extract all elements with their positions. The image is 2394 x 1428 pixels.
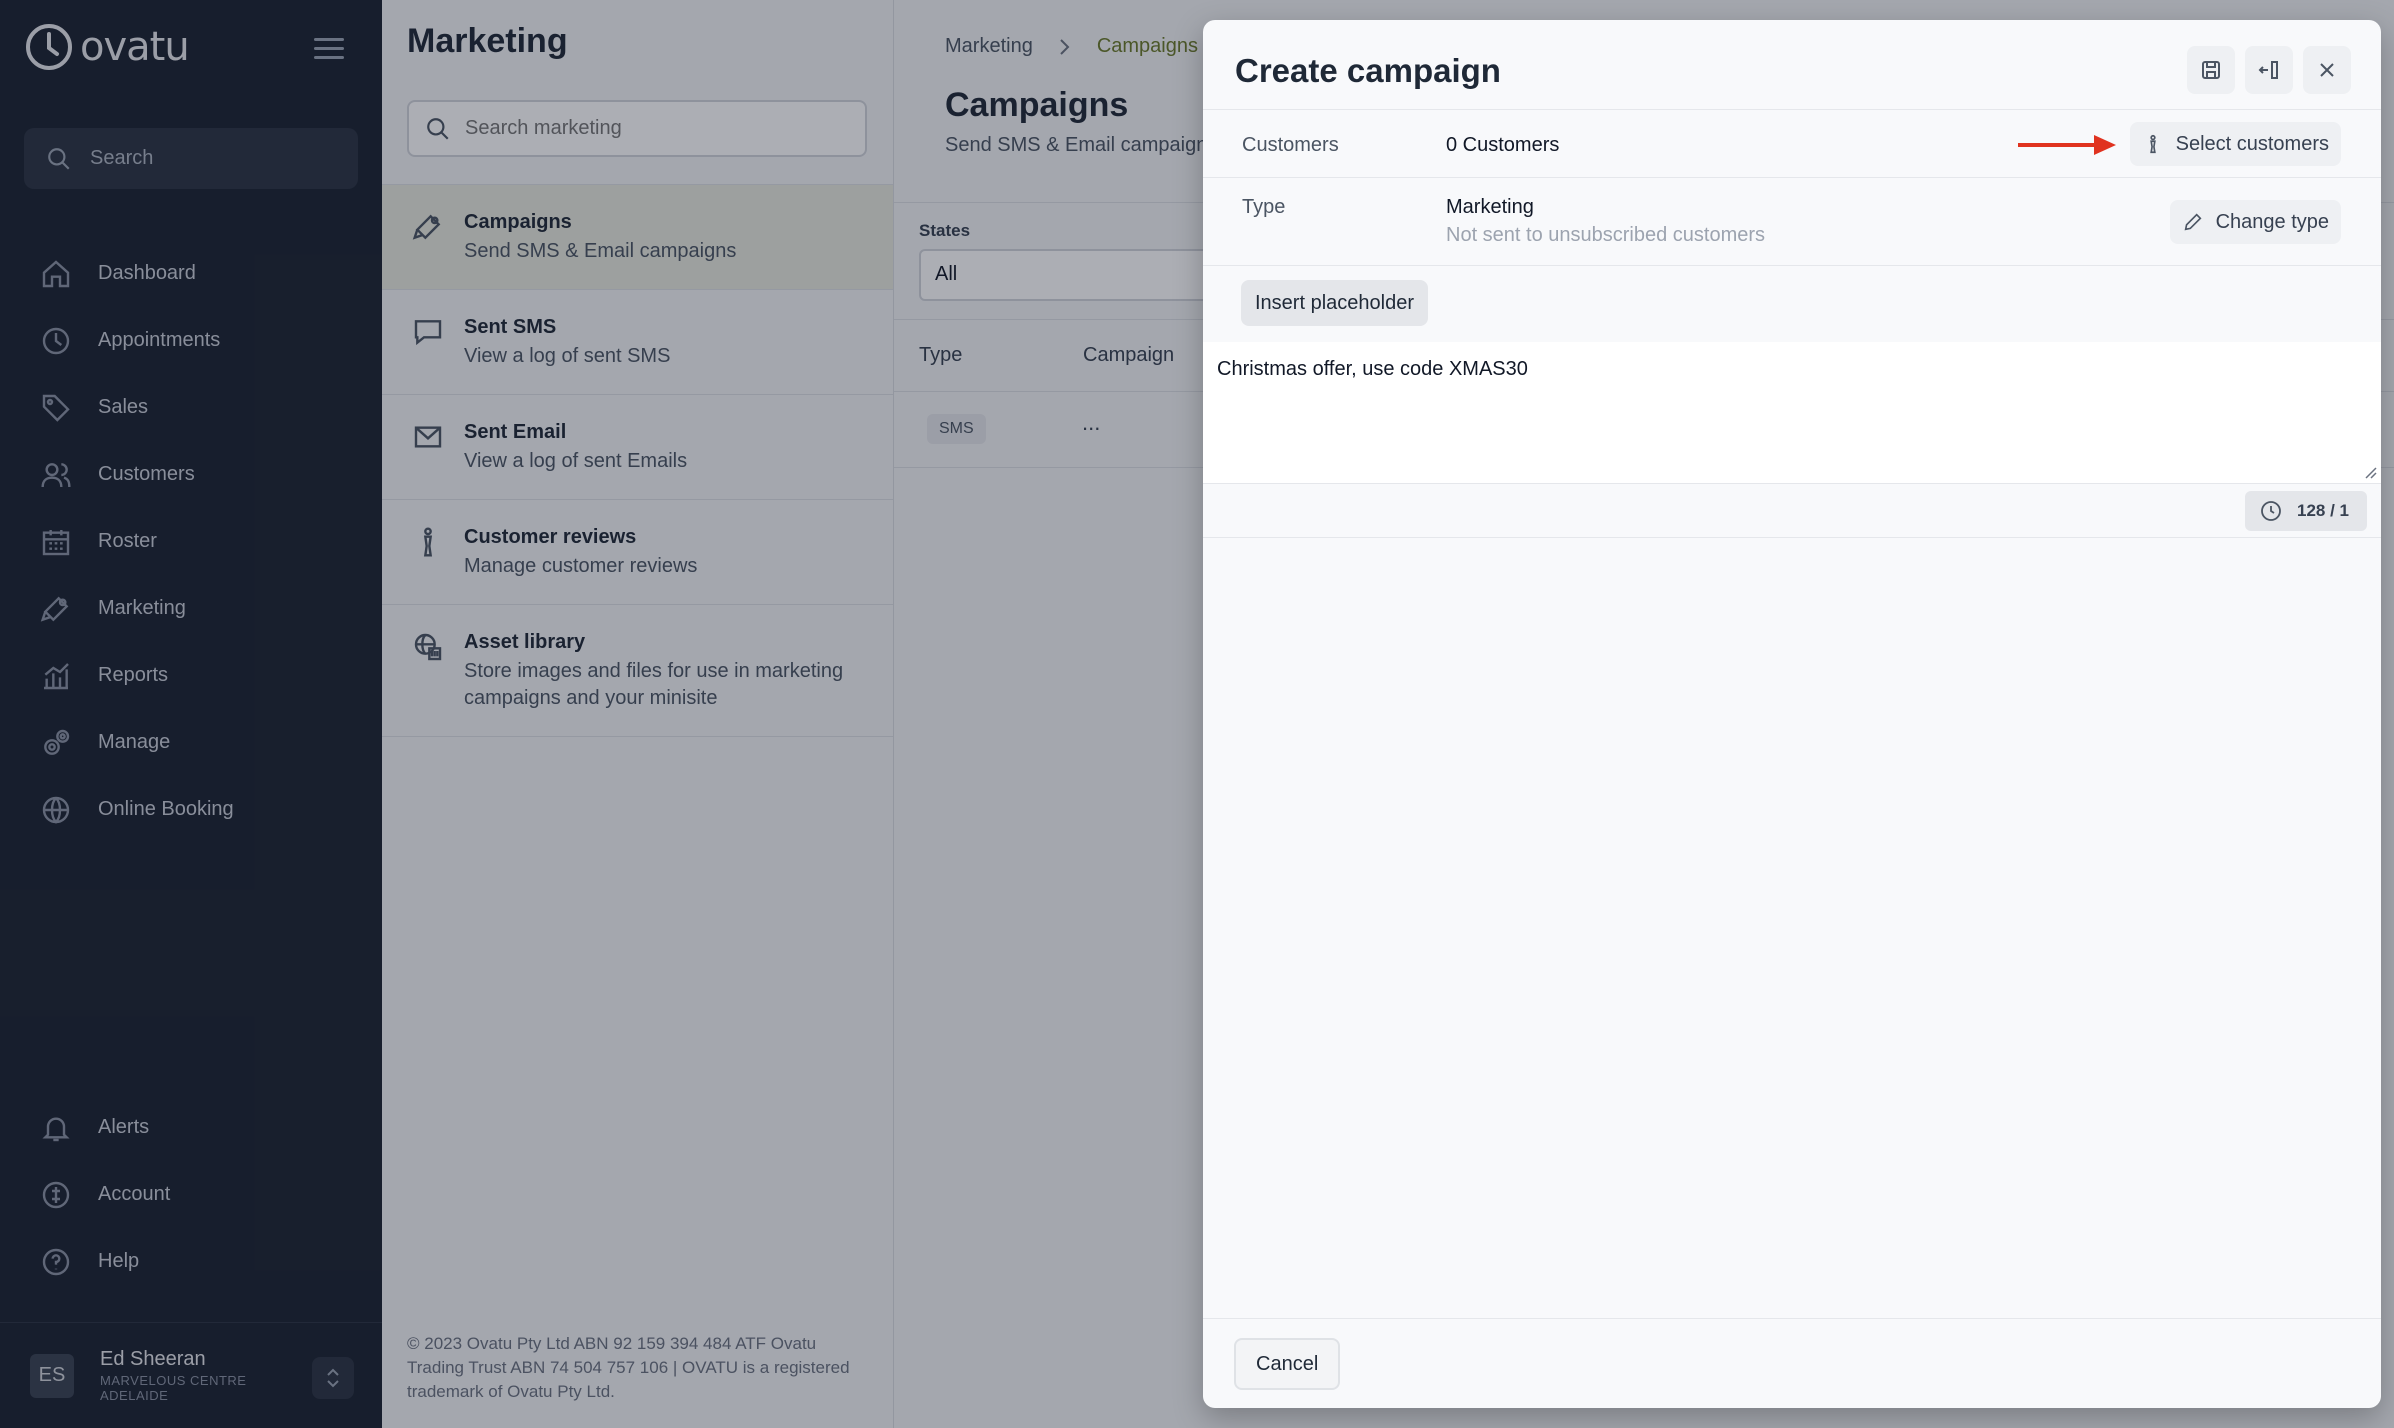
type-label: Type xyxy=(1242,196,1286,218)
change-type-button[interactable]: Change type xyxy=(2169,200,2341,244)
message-text: Christmas offer, use code XMAS30 xyxy=(1217,358,1528,380)
clock-icon xyxy=(2261,501,2281,521)
create-campaign-drawer: Create campaign Customers 0 Customers Se… xyxy=(1203,20,2381,1408)
message-textarea[interactable]: Christmas offer, use code XMAS30 xyxy=(1203,342,2381,484)
drawer-header: Create campaign xyxy=(1203,20,2381,110)
person-icon xyxy=(2149,134,2156,154)
type-row: Type Marketing Not sent to unsubscribed … xyxy=(1203,178,2381,266)
panel-left-icon xyxy=(2258,61,2278,79)
change-type-label: Change type xyxy=(2215,210,2329,233)
type-note: Not sent to unsubscribed customers xyxy=(1446,224,1766,246)
close-icon xyxy=(2320,63,2334,77)
save-button[interactable] xyxy=(2187,46,2235,94)
save-icon xyxy=(2202,61,2220,79)
select-customers-button[interactable]: Select customers xyxy=(2129,122,2341,166)
resize-handle-icon[interactable] xyxy=(2363,465,2377,479)
insert-placeholder-button[interactable]: Insert placeholder xyxy=(1241,280,1428,326)
cancel-button[interactable]: Cancel xyxy=(1234,1338,1341,1390)
dock-button[interactable] xyxy=(2245,46,2293,94)
select-customers-label: Select customers xyxy=(2175,132,2329,155)
type-value: Marketing xyxy=(1446,196,1534,218)
customers-label: Customers xyxy=(1242,134,1339,156)
drawer-footer: Cancel xyxy=(1203,1318,2381,1408)
customers-value: 0 Customers xyxy=(1446,134,1560,156)
customers-row: Customers 0 Customers Select customers xyxy=(1203,110,2381,178)
drawer-title: Create campaign xyxy=(1235,52,1501,89)
pencil-icon xyxy=(2184,213,2202,231)
character-counter-value: 128 / 1 xyxy=(2297,501,2349,520)
close-button[interactable] xyxy=(2303,46,2351,94)
character-counter: 128 / 1 xyxy=(2245,491,2367,531)
annotation-arrow-icon xyxy=(2018,135,2116,155)
message-counter-row: 128 / 1 xyxy=(1203,484,2381,538)
